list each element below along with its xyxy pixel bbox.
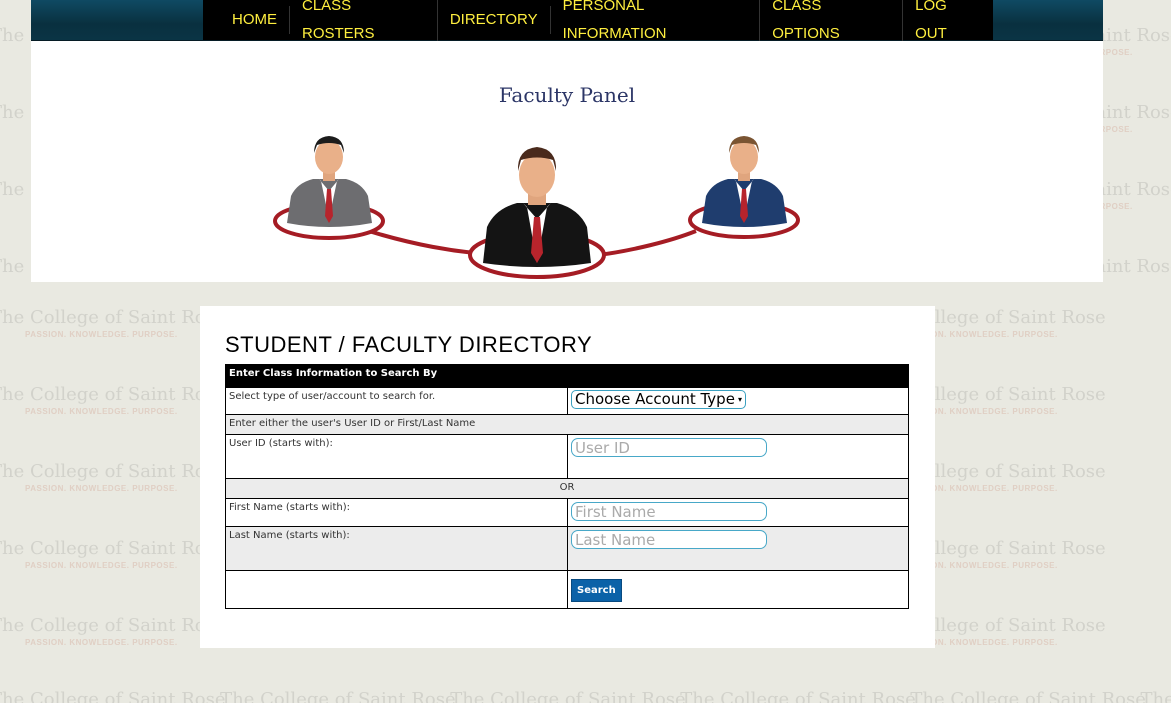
faculty-network-illustration <box>273 136 800 279</box>
connector-line <box>597 229 697 257</box>
last-name-input[interactable] <box>571 530 767 549</box>
search-button[interactable]: Search <box>571 579 622 602</box>
watermark-text: The College of Saint Rose <box>910 689 1146 703</box>
page-title: STUDENT / FACULTY DIRECTORY <box>225 332 593 357</box>
watermark-text: The College of Saint Rose <box>220 689 456 703</box>
person-center-icon <box>468 147 606 279</box>
watermark-text: The College of Saint Rose <box>450 689 686 703</box>
main-menu: HOME CLASS ROSTERS DIRECTORY PERSONAL IN… <box>203 0 993 48</box>
watermark-text: The College of Saint Rose <box>1140 689 1171 703</box>
account-type-value: Choose Account Type <box>575 390 735 408</box>
watermark-text: The College of Saint Rose <box>0 307 226 328</box>
first-name-input[interactable] <box>571 502 767 521</box>
watermark-text: The College of Saint Rose <box>0 615 226 636</box>
watermark-text: The College of Saint Rose <box>0 384 226 405</box>
account-type-select[interactable]: Choose Account Type ▾ <box>571 390 746 409</box>
watermark-tagline: PASSION. KNOWLEDGE. PURPOSE. <box>25 561 178 570</box>
watermark-text: The College of Saint Rose <box>680 689 916 703</box>
account-type-label: Select type of user/account to search fo… <box>225 387 568 415</box>
watermark-text: The College of Saint Rose <box>0 461 226 482</box>
empty-cell <box>225 570 568 609</box>
nav-directory[interactable]: DIRECTORY <box>438 6 551 34</box>
top-nav-bar: HOME CLASS ROSTERS DIRECTORY PERSONAL IN… <box>31 0 1103 48</box>
watermark-text: The College of Saint Rose <box>0 538 226 559</box>
faculty-banner: Faculty Panel <box>31 41 1103 282</box>
or-divider: OR <box>225 478 909 499</box>
form-header: Enter Class Information to Search By <box>225 364 909 388</box>
dropdown-caret-icon: ▾ <box>737 395 742 404</box>
first-name-label: First Name (starts with): <box>225 498 568 527</box>
person-left-icon <box>273 136 385 240</box>
nav-home[interactable]: HOME <box>203 6 290 34</box>
directory-panel: STUDENT / FACULTY DIRECTORY Enter Class … <box>200 306 935 648</box>
user-id-label: User ID (starts with): <box>225 434 568 479</box>
watermark-text: The College of Saint Rose <box>0 689 226 703</box>
watermark-tagline: PASSION. KNOWLEDGE. PURPOSE. <box>25 638 178 647</box>
watermark-tagline: PASSION. KNOWLEDGE. PURPOSE. <box>25 407 178 416</box>
person-right-icon <box>688 136 800 239</box>
watermark-tagline: PASSION. KNOWLEDGE. PURPOSE. <box>25 484 178 493</box>
watermark-tagline: PASSION. KNOWLEDGE. PURPOSE. <box>25 330 178 339</box>
last-name-label: Last Name (starts with): <box>225 526 568 571</box>
instruction-text: Enter either the user's User ID or First… <box>225 414 909 435</box>
directory-search-form: Enter Class Information to Search By Sel… <box>225 364 909 609</box>
user-id-input[interactable] <box>571 438 767 457</box>
